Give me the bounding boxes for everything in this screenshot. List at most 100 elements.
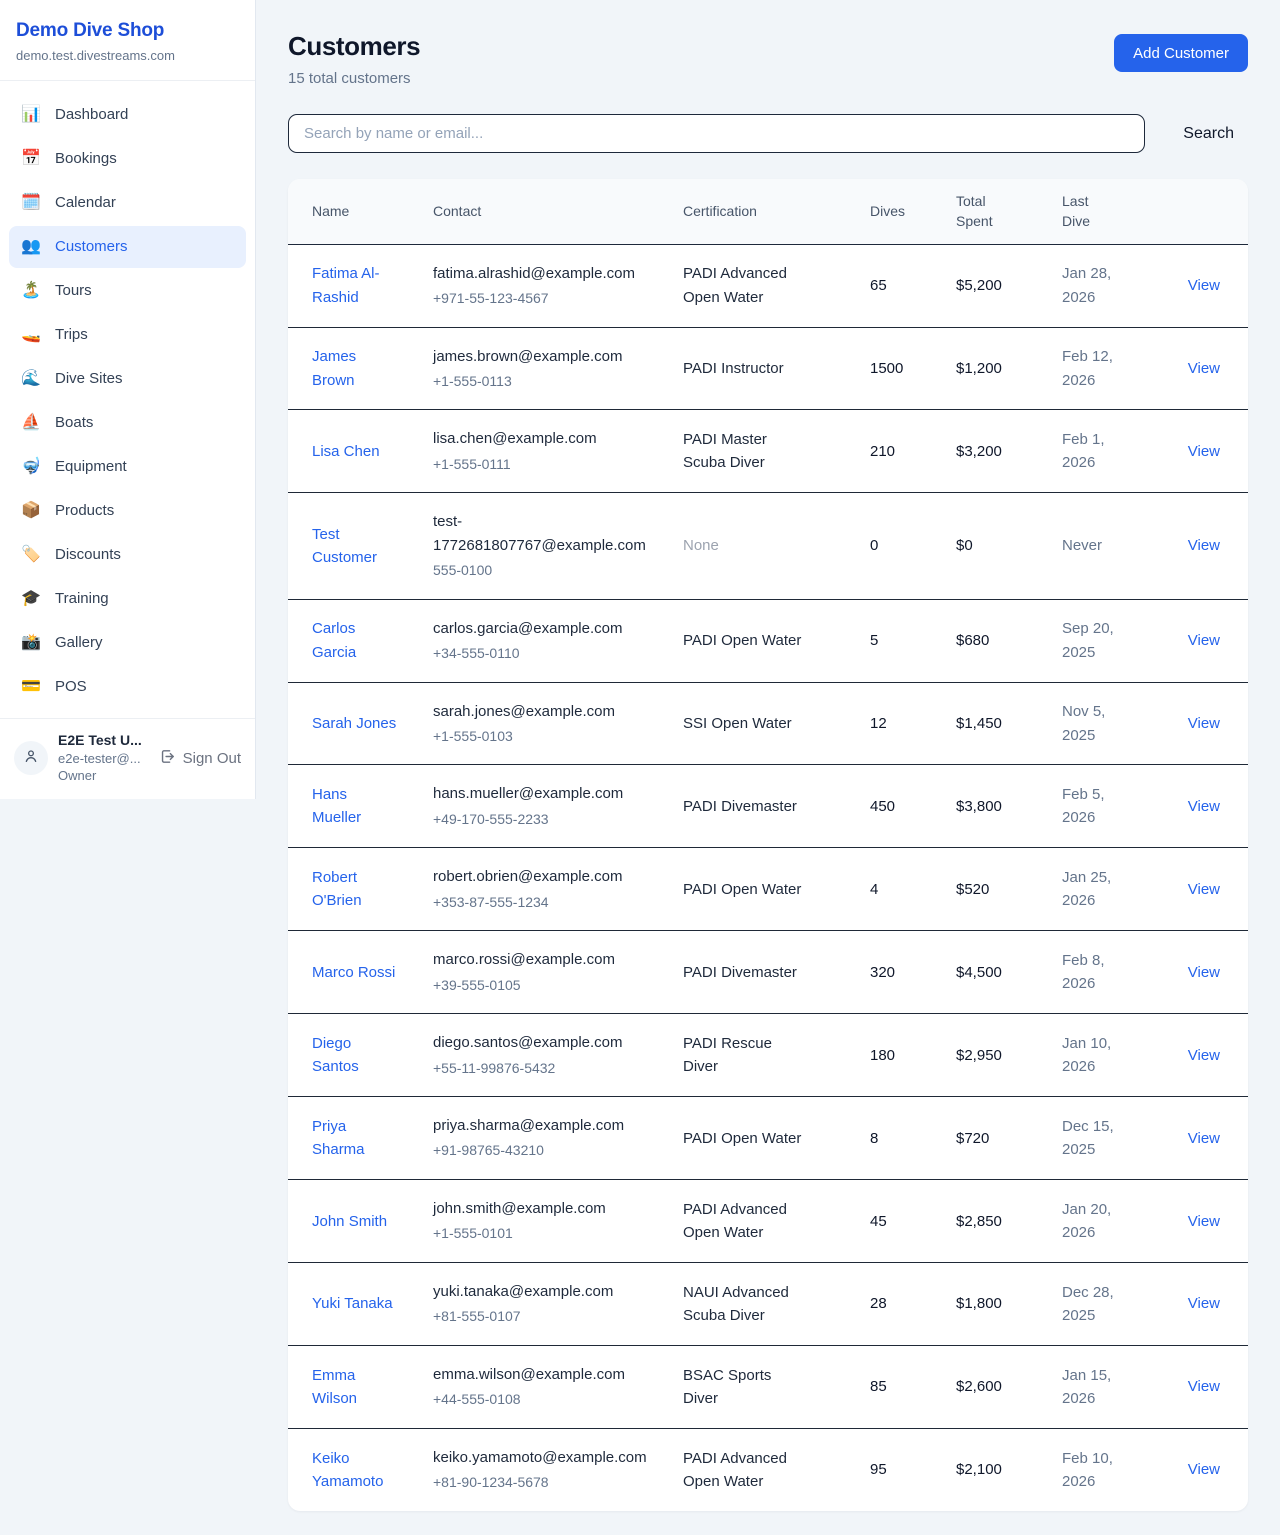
boats-icon: ⛵ — [20, 412, 42, 434]
customers-table: Name Contact Certification Dives Total S… — [288, 179, 1248, 1511]
customer-name-link[interactable]: Emma Wilson — [312, 1367, 357, 1407]
tours-icon: 🏝️ — [20, 280, 42, 302]
view-customer-link[interactable]: View — [1188, 715, 1220, 732]
sidebar-item-bookings[interactable]: 📅 Bookings — [9, 138, 246, 180]
customer-name-link[interactable]: John Smith — [312, 1213, 387, 1230]
view-customer-link[interactable]: View — [1188, 798, 1220, 815]
customer-certification: PADI Instructor — [683, 327, 870, 410]
sidebar-item-discounts[interactable]: 🏷️ Discounts — [9, 534, 246, 576]
sidebar-item-training[interactable]: 🎓 Training — [9, 578, 246, 620]
view-customer-link[interactable]: View — [1188, 537, 1220, 554]
customer-total-spent: $2,100 — [956, 1428, 1062, 1510]
view-customer-link[interactable]: View — [1188, 1213, 1220, 1230]
customer-total-spent: $1,450 — [956, 682, 1062, 765]
customer-name-link[interactable]: Marco Rossi — [312, 964, 395, 981]
view-customer-link[interactable]: View — [1188, 277, 1220, 294]
search-button[interactable]: Search — [1183, 125, 1234, 143]
view-customer-link[interactable]: View — [1188, 1461, 1220, 1478]
view-customer-link[interactable]: View — [1188, 1295, 1220, 1312]
view-customer-link[interactable]: View — [1188, 360, 1220, 377]
customer-certification: PADI Rescue Diver — [683, 1014, 870, 1097]
view-customer-link[interactable]: View — [1188, 443, 1220, 460]
customer-last-dive: Dec 28, 2025 — [1062, 1263, 1162, 1346]
sidebar: Demo Dive Shop demo.test.divestreams.com… — [0, 0, 256, 799]
customer-dives: 28 — [870, 1263, 956, 1346]
customer-name-link[interactable]: Priya Sharma — [312, 1118, 365, 1158]
table-row: Sarah Jones sarah.jones@example.com +1-5… — [288, 682, 1248, 765]
page-header: Customers 15 total customers Add Custome… — [288, 31, 1248, 87]
customer-phone: +55-11-99876-5432 — [433, 1058, 667, 1080]
customer-name-link[interactable]: Test Customer — [312, 526, 377, 566]
main-content: Customers 15 total customers Add Custome… — [256, 0, 1280, 1535]
search-input[interactable] — [288, 114, 1145, 153]
customer-contact: lisa.chen@example.com +1-555-0111 — [433, 410, 683, 493]
table-header-row: Name Contact Certification Dives Total S… — [288, 179, 1248, 244]
customer-dives: 0 — [870, 493, 956, 599]
search-bar: Search — [288, 114, 1248, 153]
table-row: James Brown james.brown@example.com +1-5… — [288, 327, 1248, 410]
customer-name-link[interactable]: Fatima Al-Rashid — [312, 265, 380, 305]
customer-dives: 8 — [870, 1097, 956, 1180]
customer-contact: carlos.garcia@example.com +34-555-0110 — [433, 599, 683, 682]
customer-name-link[interactable]: Lisa Chen — [312, 443, 380, 460]
nav-label: Products — [55, 500, 114, 522]
customer-name-link[interactable]: Hans Mueller — [312, 786, 361, 826]
sidebar-item-dashboard[interactable]: 📊 Dashboard — [9, 94, 246, 136]
customer-name-link[interactable]: Carlos Garcia — [312, 620, 356, 660]
customer-certification: PADI Open Water — [683, 1097, 870, 1180]
customer-email: marco.rossi@example.com — [433, 948, 667, 971]
sidebar-item-customers[interactable]: 👥 Customers — [9, 226, 246, 268]
table-row: Priya Sharma priya.sharma@example.com +9… — [288, 1097, 1248, 1180]
sidebar-item-calendar[interactable]: 🗓️ Calendar — [9, 182, 246, 224]
customer-certification: BSAC Sports Diver — [683, 1346, 870, 1429]
customer-contact: keiko.yamamoto@example.com +81-90-1234-5… — [433, 1428, 683, 1510]
customer-phone: +1-555-0111 — [433, 454, 667, 476]
customer-dives: 4 — [870, 848, 956, 931]
customer-name-link[interactable]: Robert O'Brien — [312, 869, 362, 909]
column-header — [1162, 179, 1248, 244]
customer-certification: PADI Advanced Open Water — [683, 1180, 870, 1263]
customer-name-link[interactable]: James Brown — [312, 348, 356, 388]
sidebar-item-trips[interactable]: 🚤 Trips — [9, 314, 246, 356]
sidebar-item-dive-sites[interactable]: 🌊 Dive Sites — [9, 358, 246, 400]
user-role: Owner — [58, 767, 142, 785]
sidebar-item-gallery[interactable]: 📸 Gallery — [9, 622, 246, 664]
customer-phone: +44-555-0108 — [433, 1389, 667, 1411]
customer-name-link[interactable]: Sarah Jones — [312, 715, 396, 732]
view-customer-link[interactable]: View — [1188, 1378, 1220, 1395]
sidebar-item-products[interactable]: 📦 Products — [9, 490, 246, 532]
customer-name-link[interactable]: Keiko Yamamoto — [312, 1450, 383, 1490]
sidebar-item-boats[interactable]: ⛵ Boats — [9, 402, 246, 444]
shop-title: Demo Dive Shop — [16, 20, 239, 42]
sidebar-header: Demo Dive Shop demo.test.divestreams.com — [0, 0, 255, 81]
sidebar-item-equipment[interactable]: 🤿 Equipment — [9, 446, 246, 488]
customer-total-spent: $4,500 — [956, 931, 1062, 1014]
column-header: Total Spent — [956, 179, 1062, 244]
customer-certification: PADI Divemaster — [683, 931, 870, 1014]
nav-label: Customers — [55, 236, 128, 258]
customer-last-dive: Feb 1, 2026 — [1062, 410, 1162, 493]
view-customer-link[interactable]: View — [1188, 964, 1220, 981]
customer-contact: john.smith@example.com +1-555-0101 — [433, 1180, 683, 1263]
sidebar-item-tours[interactable]: 🏝️ Tours — [9, 270, 246, 312]
customer-contact: emma.wilson@example.com +44-555-0108 — [433, 1346, 683, 1429]
view-customer-link[interactable]: View — [1188, 1130, 1220, 1147]
customer-last-dive: Jan 25, 2026 — [1062, 848, 1162, 931]
nav-label: Discounts — [55, 544, 121, 566]
sign-out-button[interactable]: Sign Out — [159, 748, 241, 769]
customer-name-link[interactable]: Diego Santos — [312, 1035, 359, 1075]
nav-label: Gallery — [55, 632, 103, 654]
view-customer-link[interactable]: View — [1188, 1047, 1220, 1064]
customer-phone: +34-555-0110 — [433, 643, 667, 665]
customer-phone: +1-555-0103 — [433, 726, 667, 748]
dive-sites-icon: 🌊 — [20, 368, 42, 390]
sidebar-item-pos[interactable]: 💳 POS — [9, 666, 246, 708]
customer-dives: 85 — [870, 1346, 956, 1429]
nav-label: Training — [55, 588, 109, 610]
view-customer-link[interactable]: View — [1188, 632, 1220, 649]
add-customer-button[interactable]: Add Customer — [1114, 34, 1248, 72]
customer-name-link[interactable]: Yuki Tanaka — [312, 1295, 393, 1312]
view-customer-link[interactable]: View — [1188, 881, 1220, 898]
customer-certification: PADI Open Water — [683, 599, 870, 682]
customer-certification: PADI Advanced Open Water — [683, 1428, 870, 1510]
